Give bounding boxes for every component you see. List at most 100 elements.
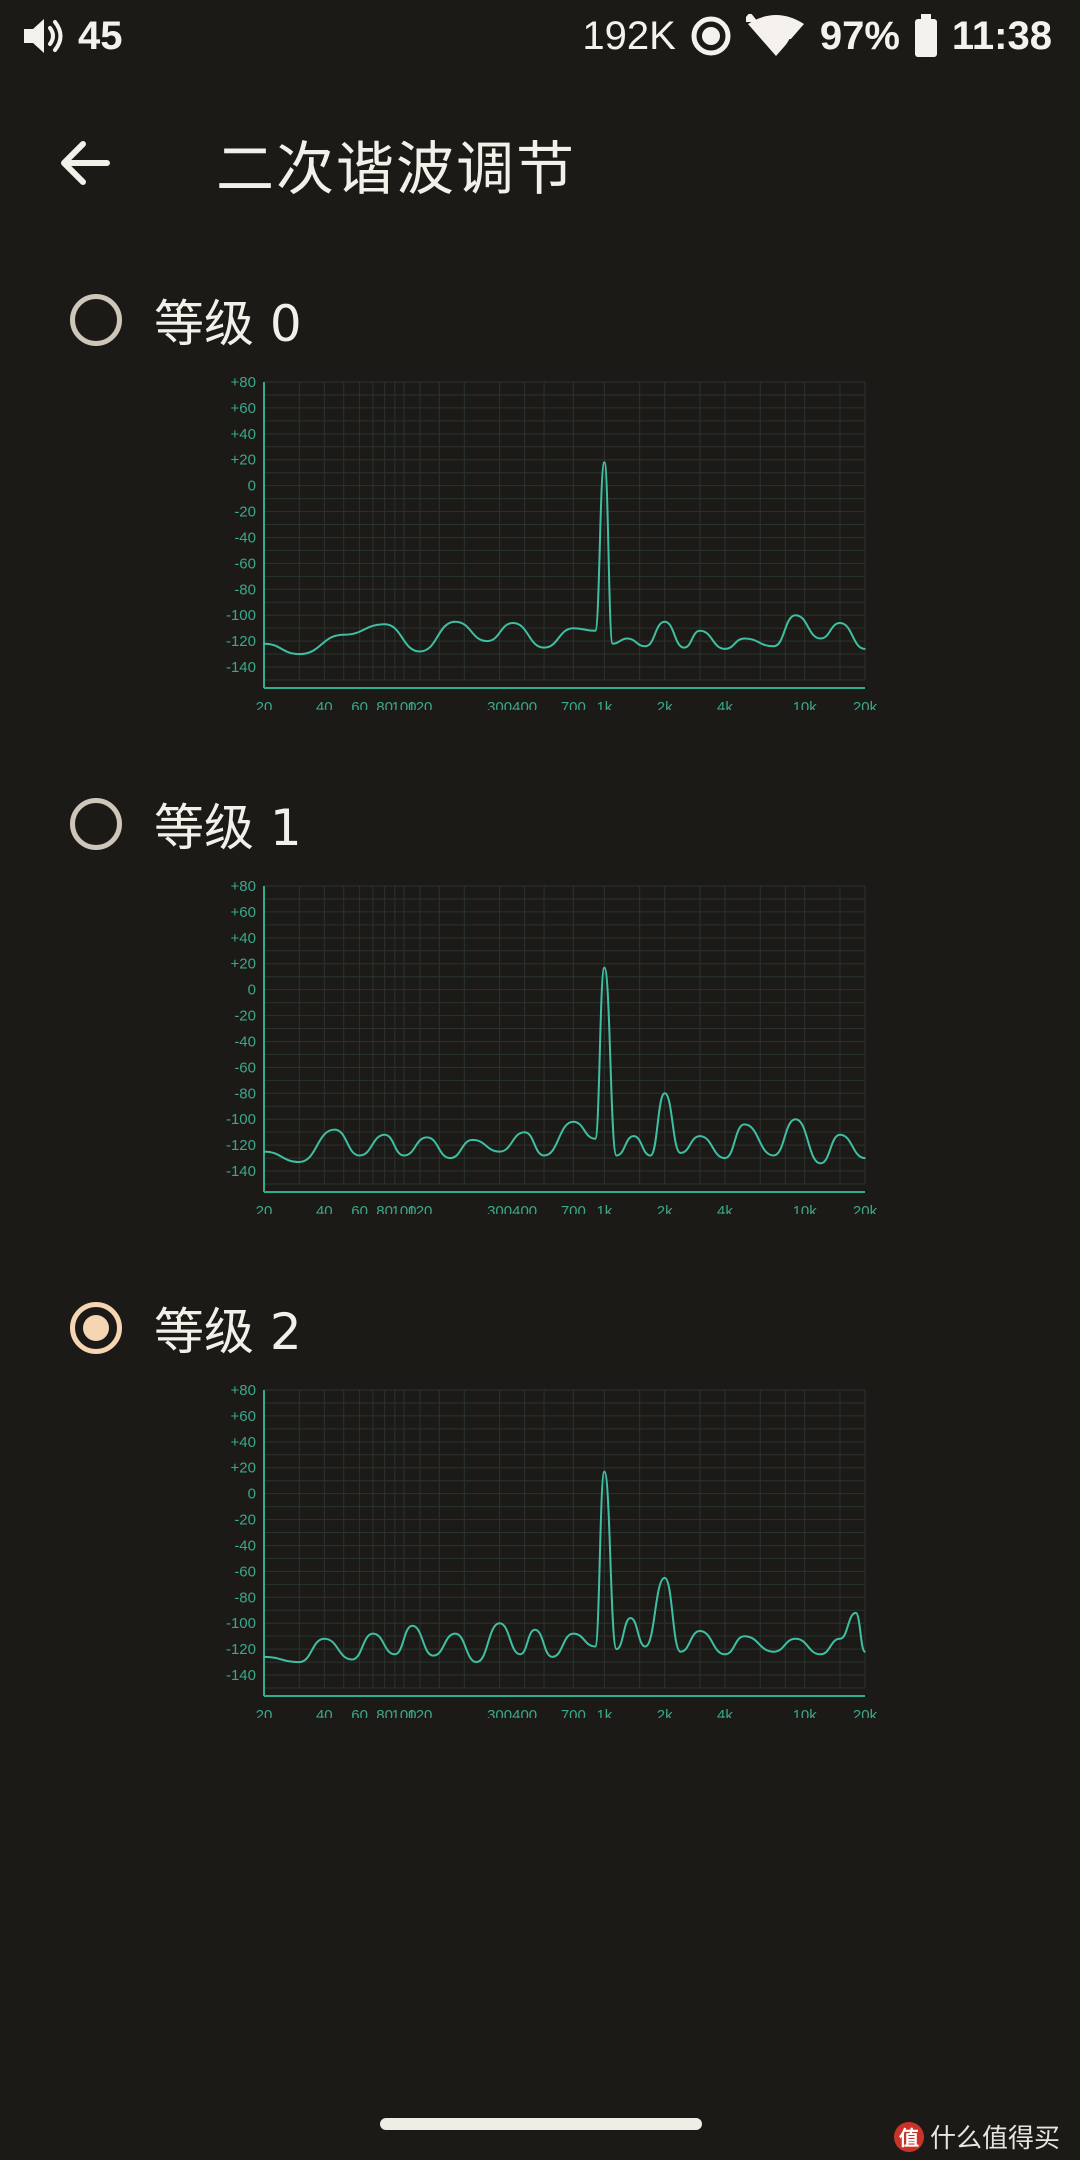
y-tick-label: -60 (234, 1563, 256, 1580)
data-point (699, 1135, 701, 1137)
y-tick-label: -80 (234, 1085, 256, 1102)
back-button[interactable] (40, 118, 130, 208)
status-right: 192K 4 97% 11:38 (582, 10, 1052, 62)
radio-label: 等级 1 (154, 799, 302, 857)
x-tick-label: 10k (793, 1203, 818, 1214)
data-point (603, 461, 606, 464)
y-tick-label: -40 (234, 1537, 256, 1554)
data-point (699, 629, 701, 632)
data-point (663, 1577, 666, 1579)
x-tick-label: 2k (657, 699, 673, 710)
status-bar: 45 192K 4 97% 11:38 (0, 0, 1080, 72)
y-tick-label: 0 (248, 1486, 256, 1503)
x-tick-label: 40 (316, 1203, 333, 1214)
y-tick-label: -140 (226, 1667, 256, 1684)
x-tick-label: 300 (487, 699, 512, 710)
data-point (498, 1622, 501, 1625)
x-tick-label: 1k (596, 699, 612, 710)
data-point (419, 650, 421, 653)
y-tick-label: -40 (234, 1033, 256, 1050)
data-point (523, 1131, 526, 1133)
page-title: 二次谐波调节 (216, 135, 577, 203)
x-tick-label: 60 (351, 1707, 368, 1718)
data-point (512, 622, 514, 624)
data-point (263, 1150, 265, 1153)
data-point (572, 627, 575, 629)
data-point (699, 1630, 701, 1632)
data-point (864, 1157, 866, 1159)
radio-button[interactable] (70, 294, 122, 346)
radio-button-selected[interactable] (70, 1302, 122, 1354)
y-tick-label: +60 (231, 1408, 256, 1425)
y-tick-label: -100 (226, 1111, 256, 1128)
y-tick-label: -80 (234, 581, 256, 598)
data-point (475, 1661, 478, 1663)
data-point (411, 1625, 414, 1627)
data-point (543, 1154, 545, 1157)
data-point (449, 1157, 451, 1159)
data-point (772, 1650, 775, 1653)
x-tick-label: 80 (376, 1203, 393, 1214)
data-point (644, 645, 647, 648)
data-point (615, 1154, 618, 1157)
x-tick-label: 400 (512, 1707, 537, 1718)
data-point (663, 1092, 666, 1095)
y-tick-label: 0 (248, 982, 256, 999)
watermark-logo-icon: 值 (893, 2121, 924, 2152)
x-tick-label: 20 (256, 699, 273, 710)
data-point (486, 640, 488, 642)
data-point (794, 1118, 797, 1121)
data-point (724, 1157, 726, 1159)
data-point (263, 1656, 265, 1658)
y-tick-label: -120 (226, 1137, 256, 1154)
y-tick-label: -120 (226, 633, 256, 650)
y-tick-label: -100 (226, 607, 256, 624)
data-point (372, 1632, 374, 1635)
data-point (615, 1648, 618, 1650)
data-point (743, 637, 746, 640)
y-tick-label: +20 (231, 956, 256, 973)
data-point (839, 1637, 841, 1640)
data-point (426, 1136, 428, 1139)
radio-level-1[interactable]: 等级 1 (70, 784, 302, 864)
x-tick-label: 1k (596, 1707, 612, 1718)
data-point (594, 1645, 596, 1648)
data-point (298, 653, 301, 655)
data-point (534, 1628, 536, 1631)
data-point (351, 1658, 353, 1661)
radio-level-2[interactable]: 等级 2 (70, 1288, 302, 1368)
data-point (679, 1650, 682, 1653)
data-point (626, 637, 628, 640)
radio-label: 等级 2 (154, 1303, 302, 1361)
x-tick-label: 2k (657, 1203, 673, 1214)
data-point (772, 1154, 775, 1157)
y-tick-label: -140 (226, 659, 256, 676)
data-point (572, 1632, 575, 1635)
data-point (724, 648, 726, 650)
home-indicator[interactable] (380, 2118, 702, 2130)
x-tick-label: 20 (256, 1707, 273, 1718)
data-point (572, 1121, 575, 1123)
data-point (649, 1154, 652, 1157)
radio-level-0[interactable]: 等级 0 (70, 280, 302, 360)
x-tick-label: 120 (407, 1707, 432, 1718)
spectrum-chart-2: +80 +60 +40 +20 0 -20 -40 -60 -80 -100 -120 -140 20 4… (220, 1378, 880, 1718)
radio-button[interactable] (70, 798, 122, 850)
data-point (383, 623, 386, 626)
battery-icon (914, 14, 938, 58)
x-tick-label: 120 (407, 699, 432, 710)
x-tick-label: 700 (561, 699, 586, 710)
y-tick-label: -100 (226, 1615, 256, 1632)
y-tick-label: -20 (234, 1512, 256, 1529)
x-tick-label: 10k (793, 699, 818, 710)
data-point (839, 1133, 841, 1136)
y-tick-label: +40 (231, 426, 256, 443)
data-point (323, 1637, 326, 1640)
x-tick-label: 2k (657, 1707, 673, 1718)
y-tick-label: -120 (226, 1641, 256, 1658)
data-point (432, 1654, 435, 1657)
y-tick-label: +40 (231, 930, 256, 947)
x-tick-label: 40 (316, 1707, 333, 1718)
clock: 11:38 (951, 13, 1052, 58)
data-point (632, 1135, 635, 1137)
